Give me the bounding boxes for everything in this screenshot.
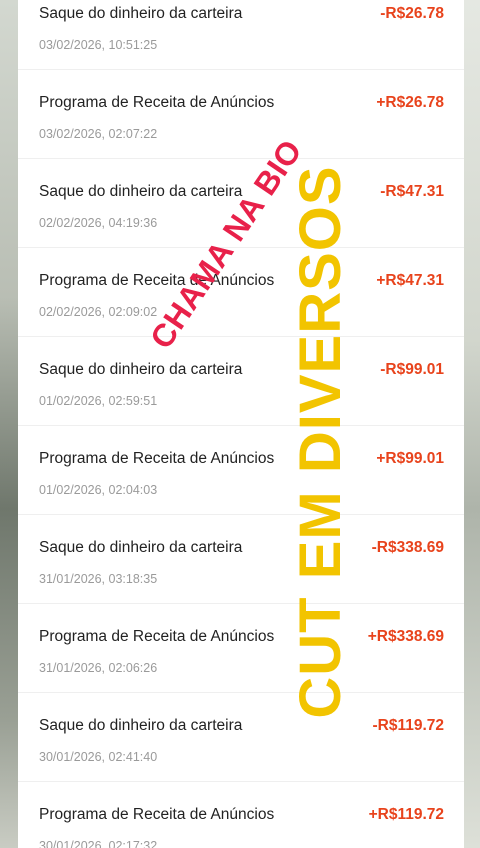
background-right-edge: [464, 0, 480, 848]
transaction-list: Saque do dinheiro da carteira 03/02/2026…: [18, 0, 464, 848]
transaction-history-panel: Saque do dinheiro da carteira 03/02/2026…: [18, 0, 464, 848]
transaction-title: Programa de Receita de Anúncios: [39, 272, 275, 289]
transaction-date: 30/01/2026, 02:41:40: [39, 750, 158, 764]
transaction-row[interactable]: Programa de Receita de Anúncios 31/01/20…: [18, 604, 464, 693]
transaction-date: 31/01/2026, 02:06:26: [39, 661, 158, 675]
transaction-amount: +R$47.31: [376, 272, 444, 289]
transaction-date: 01/02/2026, 02:04:03: [39, 483, 158, 497]
transaction-amount: -R$26.78: [380, 5, 444, 22]
transaction-row[interactable]: Saque do dinheiro da carteira 01/02/2026…: [18, 337, 464, 426]
transaction-title: Programa de Receita de Anúncios: [39, 94, 275, 111]
transaction-row[interactable]: Programa de Receita de Anúncios 03/02/20…: [18, 70, 464, 159]
transaction-row[interactable]: Programa de Receita de Anúncios 30/01/20…: [18, 782, 464, 848]
transaction-date: 30/01/2026, 02:17:32: [39, 839, 158, 848]
transaction-date: 02/02/2026, 04:19:36: [39, 216, 158, 230]
transaction-row[interactable]: Programa de Receita de Anúncios 02/02/20…: [18, 248, 464, 337]
transaction-date: 31/01/2026, 03:18:35: [39, 572, 158, 586]
transaction-title: Saque do dinheiro da carteira: [39, 183, 243, 200]
transaction-amount: +R$338.69: [367, 628, 444, 645]
transaction-row[interactable]: Saque do dinheiro da carteira 31/01/2026…: [18, 515, 464, 604]
transaction-amount: -R$47.31: [380, 183, 444, 200]
transaction-amount: +R$26.78: [376, 94, 444, 111]
transaction-date: 02/02/2026, 02:09:02: [39, 305, 158, 319]
transaction-amount: +R$119.72: [368, 806, 444, 823]
transaction-amount: -R$119.72: [372, 717, 444, 734]
transaction-row[interactable]: Saque do dinheiro da carteira 30/01/2026…: [18, 693, 464, 782]
overlay-text-cut-em-diversos: CUT EM DIVERSOS: [288, 165, 353, 719]
transaction-title: Saque do dinheiro da carteira: [39, 361, 243, 378]
transaction-amount: -R$99.01: [380, 361, 444, 378]
transaction-date: 03/02/2026, 10:51:25: [39, 38, 158, 52]
transaction-title: Programa de Receita de Anúncios: [39, 628, 275, 645]
transaction-row[interactable]: Programa de Receita de Anúncios 01/02/20…: [18, 426, 464, 515]
transaction-title: Saque do dinheiro da carteira: [39, 539, 243, 556]
transaction-row[interactable]: Saque do dinheiro da carteira 03/02/2026…: [18, 0, 464, 70]
transaction-amount: -R$338.69: [371, 539, 444, 556]
transaction-title: Programa de Receita de Anúncios: [39, 806, 275, 823]
transaction-date: 01/02/2026, 02:59:51: [39, 394, 158, 408]
transaction-amount: +R$99.01: [376, 450, 444, 467]
background-left-edge: [0, 0, 18, 848]
transaction-title: Saque do dinheiro da carteira: [39, 5, 243, 22]
transaction-title: Saque do dinheiro da carteira: [39, 717, 243, 734]
transaction-title: Programa de Receita de Anúncios: [39, 450, 275, 467]
transaction-date: 03/02/2026, 02:07:22: [39, 127, 158, 141]
